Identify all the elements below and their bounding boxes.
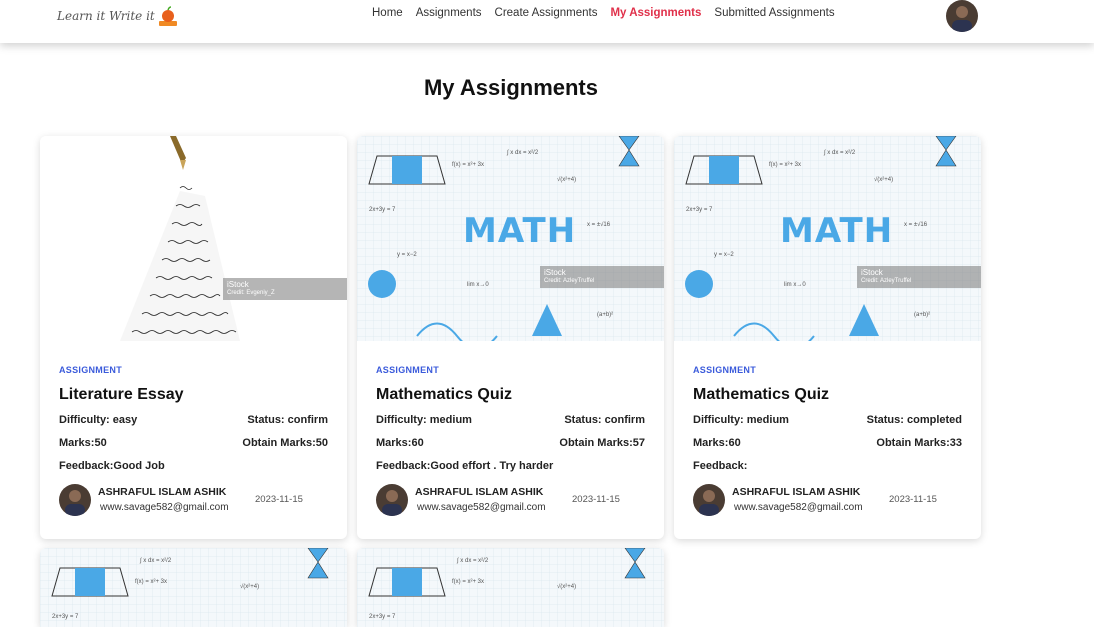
- assignment-card-partial[interactable]: ∫ x dx = x²/2 f(x) = x²+ 3x √(x²+4) 2x+3y =…: [40, 548, 347, 627]
- feedback: Feedback:Good Job: [59, 460, 165, 472]
- author-name: ASHRAFUL ISLAM ASHIK: [415, 486, 544, 498]
- card-image: ∫ x dx = x²/2 f(x) = x²+ 3x √(x²+4) 2x+3y =…: [357, 548, 664, 627]
- watermark-label: iStock: [227, 280, 249, 289]
- marks: Marks:50: [59, 437, 107, 449]
- difficulty: Difficulty: medium: [376, 414, 472, 426]
- watermark-credit: Credit: AzleyTruffel: [544, 278, 595, 284]
- obtain-marks: Obtain Marks:57: [559, 437, 645, 449]
- svg-text:f(x) = x²+ 3x: f(x) = x²+ 3x: [452, 579, 484, 585]
- svg-text:lim x→0: lim x→0: [784, 282, 806, 288]
- status: Status: completed: [866, 414, 962, 426]
- svg-text:x = ±√16: x = ±√16: [587, 221, 611, 228]
- card-tag: ASSIGNMENT: [59, 365, 123, 375]
- navbar: Learn it Write it Home Assignments Creat…: [0, 0, 1094, 43]
- svg-text:y = x−2: y = x−2: [714, 252, 734, 258]
- svg-text:y = x−2: y = x−2: [397, 252, 417, 258]
- svg-text:√(x²+4): √(x²+4): [874, 176, 893, 183]
- logo[interactable]: Learn it Write it: [57, 2, 177, 30]
- svg-text:(a+b)²: (a+b)²: [597, 312, 613, 318]
- author-email: www.savage582@gmail.com: [734, 502, 863, 513]
- image-word: MATH: [780, 211, 894, 251]
- nav-home[interactable]: Home: [372, 7, 403, 19]
- svg-text:∫ x dx = x²/2: ∫ x dx = x²/2: [506, 149, 539, 156]
- card-image: iStock Credit: Evgeniy_Z: [40, 136, 347, 341]
- svg-text:2x+3y = 7: 2x+3y = 7: [369, 614, 396, 620]
- nav-assignments[interactable]: Assignments: [416, 7, 482, 19]
- svg-text:lim x→0: lim x→0: [467, 282, 489, 288]
- card-tag: ASSIGNMENT: [376, 365, 440, 375]
- card-title: Mathematics Quiz: [376, 386, 513, 403]
- svg-text:∫ x dx = x²/2: ∫ x dx = x²/2: [456, 557, 489, 564]
- svg-text:√(x²+4): √(x²+4): [240, 583, 259, 590]
- image-word: MATH: [463, 211, 577, 251]
- nav-my-assignments[interactable]: My Assignments: [610, 7, 701, 19]
- svg-text:f(x) = x²+ 3x: f(x) = x²+ 3x: [135, 579, 167, 585]
- author-avatar: [376, 484, 408, 516]
- svg-text:f(x) = x²+ 3x: f(x) = x²+ 3x: [452, 162, 484, 168]
- card-tag: ASSIGNMENT: [693, 365, 757, 375]
- author: ASHRAFUL ISLAM ASHIK www.savage582@gmail…: [376, 484, 646, 516]
- istock-watermark: iStock Credit: AzleyTruffel: [857, 266, 981, 288]
- apple-icon: [158, 6, 177, 26]
- nav-create-assignments[interactable]: Create Assignments: [495, 7, 598, 19]
- card-image: ∫ x dx = x²/2 f(x) = x²+ 3x √(x²+4) 2x+3y =…: [40, 548, 347, 627]
- nav-links: Home Assignments Create Assignments My A…: [372, 7, 835, 19]
- logo-text: Learn it Write it: [57, 9, 155, 23]
- card-image: f(x) = x²+ 3x ∫ x dx = x²/2 √(x²+4) 2x+3y …: [357, 136, 664, 341]
- svg-text:2x+3y = 7: 2x+3y = 7: [686, 207, 713, 213]
- watermark-credit: Credit: AzleyTruffel: [861, 278, 912, 284]
- difficulty: Difficulty: medium: [693, 414, 789, 426]
- author: ASHRAFUL ISLAM ASHIK www.savage582@gmail…: [693, 484, 963, 516]
- svg-text:(a+b)²: (a+b)²: [914, 312, 930, 318]
- svg-text:f(x) = x²+ 3x: f(x) = x²+ 3x: [769, 162, 801, 168]
- svg-text:2x+3y = 7: 2x+3y = 7: [52, 614, 79, 620]
- nav-submitted-assignments[interactable]: Submitted Assignments: [714, 7, 834, 19]
- obtain-marks: Obtain Marks:33: [876, 437, 962, 449]
- author-name: ASHRAFUL ISLAM ASHIK: [98, 486, 227, 498]
- marks: Marks:60: [693, 437, 741, 449]
- card-image: f(x) = x²+ 3x ∫ x dx = x²/2 √(x²+4) 2x+3y …: [674, 136, 981, 341]
- svg-text:x = ±√16: x = ±√16: [904, 221, 928, 228]
- assignment-card-partial[interactable]: ∫ x dx = x²/2 f(x) = x²+ 3x √(x²+4) 2x+3y =…: [357, 548, 664, 627]
- svg-text:2x+3y = 7: 2x+3y = 7: [369, 207, 396, 213]
- svg-text:∫ x dx = x²/2: ∫ x dx = x²/2: [823, 149, 856, 156]
- author-avatar: [693, 484, 725, 516]
- svg-text:√(x²+4): √(x²+4): [557, 176, 576, 183]
- card-title: Mathematics Quiz: [693, 386, 830, 403]
- obtain-marks: Obtain Marks:50: [242, 437, 328, 449]
- status: Status: confirm: [564, 414, 645, 426]
- watermark-credit: Credit: Evgeniy_Z: [227, 290, 275, 296]
- card-title: Literature Essay: [59, 386, 184, 403]
- feedback: Feedback:: [693, 460, 748, 472]
- date: 2023-11-15: [255, 494, 303, 505]
- user-avatar[interactable]: [946, 0, 978, 32]
- istock-watermark: iStock Credit: Evgeniy_Z: [223, 278, 347, 300]
- watermark-label: iStock: [861, 268, 883, 277]
- marks: Marks:60: [376, 437, 424, 449]
- author-name: ASHRAFUL ISLAM ASHIK: [732, 486, 861, 498]
- svg-text:∫ x dx = x²/2: ∫ x dx = x²/2: [139, 557, 172, 564]
- status: Status: confirm: [247, 414, 328, 426]
- svg-text:√(x²+4): √(x²+4): [557, 583, 576, 590]
- author: ASHRAFUL ISLAM ASHIK www.savage582@gmail…: [59, 484, 329, 516]
- author-email: www.savage582@gmail.com: [417, 502, 546, 513]
- author-email: www.savage582@gmail.com: [100, 502, 229, 513]
- assignment-card[interactable]: f(x) = x²+ 3x ∫ x dx = x²/2 √(x²+4) 2x+3y …: [674, 136, 981, 539]
- feedback: Feedback:Good effort . Try harder: [376, 460, 554, 472]
- difficulty: Difficulty: easy: [59, 414, 138, 426]
- date: 2023-11-15: [889, 494, 937, 505]
- page-title: My Assignments: [423, 75, 598, 100]
- date: 2023-11-15: [572, 494, 620, 505]
- author-avatar: [59, 484, 91, 516]
- assignment-card[interactable]: f(x) = x²+ 3x ∫ x dx = x²/2 √(x²+4) 2x+3y …: [357, 136, 664, 539]
- assignment-card[interactable]: iStock Credit: Evgeniy_Z ASSIGNMENT Lite…: [40, 136, 347, 539]
- istock-watermark: iStock Credit: AzleyTruffel: [540, 266, 664, 288]
- watermark-label: iStock: [544, 268, 566, 277]
